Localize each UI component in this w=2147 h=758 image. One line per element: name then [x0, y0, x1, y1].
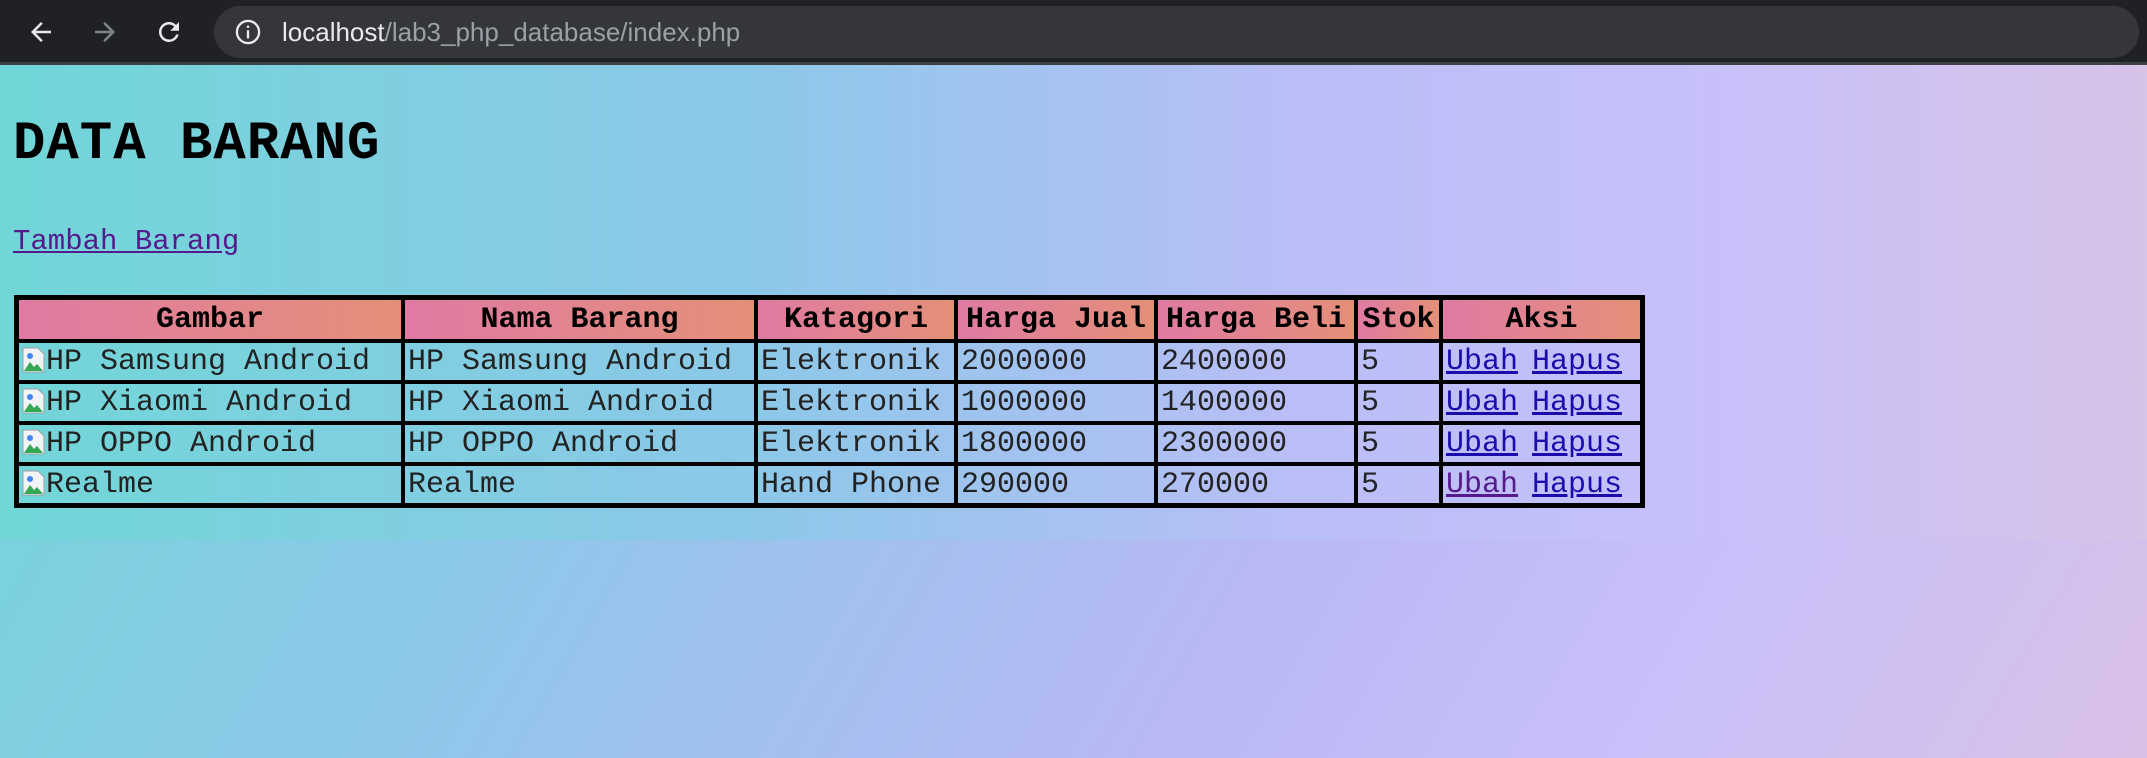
forward-button[interactable]	[85, 12, 125, 52]
back-button[interactable]	[21, 12, 61, 52]
cell-aksi: Ubah Hapus	[1441, 382, 1642, 423]
cell-kategori: Elektronik	[756, 423, 956, 464]
edit-link[interactable]: Ubah	[1446, 345, 1518, 379]
table-row: HP Xiaomi Android HP Xiaomi Android Elek…	[17, 382, 1642, 423]
cell-kategori: Hand Phone	[756, 464, 956, 505]
cell-stok: 5	[1356, 382, 1441, 423]
page-content: DATA BARANG Tambah Barang Gambar Nama Ba…	[0, 65, 2147, 540]
header-aksi: Aksi	[1441, 298, 1642, 341]
header-harga-beli: Harga Beli	[1156, 298, 1356, 341]
page-title: DATA BARANG	[13, 114, 381, 175]
broken-image-icon	[22, 388, 46, 414]
cell-harga-beli: 270000	[1156, 464, 1356, 505]
cell-gambar: HP OPPO Android	[17, 423, 403, 464]
delete-link[interactable]: Hapus	[1532, 468, 1622, 502]
cell-harga-jual: 290000	[956, 464, 1156, 505]
delete-link[interactable]: Hapus	[1532, 345, 1622, 379]
table-row: HP Samsung Android HP Samsung Android El…	[17, 341, 1642, 382]
browser-toolbar: localhost/lab3_php_database/index.php	[0, 0, 2147, 65]
image-alt-text: Realme	[46, 467, 155, 502]
reload-icon	[158, 21, 179, 42]
url-path: /lab3_php_database/index.php	[384, 17, 741, 47]
header-stok: Stok	[1356, 298, 1441, 341]
cell-harga-beli: 2300000	[1156, 423, 1356, 464]
cell-nama: HP Xiaomi Android	[403, 382, 756, 423]
cell-harga-beli: 2400000	[1156, 341, 1356, 382]
cell-harga-jual: 2000000	[956, 341, 1156, 382]
url-text[interactable]: localhost/lab3_php_database/index.php	[282, 16, 740, 48]
delete-link[interactable]: Hapus	[1532, 386, 1622, 420]
table-row: Realme Realme Hand Phone 290000 270000 5…	[17, 464, 1642, 505]
header-katagori: Katagori	[756, 298, 956, 341]
broken-image-icon	[22, 347, 46, 373]
cell-kategori: Elektronik	[756, 382, 956, 423]
cell-harga-beli: 1400000	[1156, 382, 1356, 423]
cell-stok: 5	[1356, 423, 1441, 464]
address-bar[interactable]: localhost/lab3_php_database/index.php	[214, 6, 2139, 58]
cell-harga-jual: 1000000	[956, 382, 1156, 423]
cell-aksi: Ubah Hapus	[1441, 423, 1642, 464]
cell-gambar: HP Xiaomi Android	[17, 382, 403, 423]
cell-aksi: Ubah Hapus	[1441, 464, 1642, 505]
items-table: Gambar Nama Barang Katagori Harga Jual H…	[14, 295, 1645, 508]
table-header-row: Gambar Nama Barang Katagori Harga Jual H…	[17, 298, 1642, 341]
cell-nama: HP OPPO Android	[403, 423, 756, 464]
cell-harga-jual: 1800000	[956, 423, 1156, 464]
site-info-icon[interactable]	[234, 18, 262, 46]
edit-link[interactable]: Ubah	[1446, 427, 1518, 461]
header-gambar: Gambar	[17, 298, 403, 341]
delete-link[interactable]: Hapus	[1532, 427, 1622, 461]
table-row: HP OPPO Android HP OPPO Android Elektron…	[17, 423, 1642, 464]
edit-link[interactable]: Ubah	[1446, 468, 1518, 502]
edit-link[interactable]: Ubah	[1446, 386, 1518, 420]
image-alt-text: HP Xiaomi Android	[46, 385, 353, 420]
cell-stok: 5	[1356, 341, 1441, 382]
broken-image-icon	[22, 429, 46, 455]
add-item-link[interactable]: Tambah Barang	[13, 225, 239, 259]
back-arrow-icon	[31, 22, 51, 42]
cell-gambar: Realme	[17, 464, 403, 505]
cell-gambar: HP Samsung Android	[17, 341, 403, 382]
cell-nama: Realme	[403, 464, 756, 505]
broken-image-icon	[22, 470, 46, 496]
cell-stok: 5	[1356, 464, 1441, 505]
reload-button[interactable]	[149, 12, 189, 52]
header-harga-jual: Harga Jual	[956, 298, 1156, 341]
cell-aksi: Ubah Hapus	[1441, 341, 1642, 382]
header-nama-barang: Nama Barang	[403, 298, 756, 341]
cell-nama: HP Samsung Android	[403, 341, 756, 382]
image-alt-text: HP OPPO Android	[46, 426, 317, 461]
forward-arrow-icon	[95, 22, 115, 42]
cell-kategori: Elektronik	[756, 341, 956, 382]
image-alt-text: HP Samsung Android	[46, 344, 371, 379]
url-host: localhost	[282, 17, 385, 47]
